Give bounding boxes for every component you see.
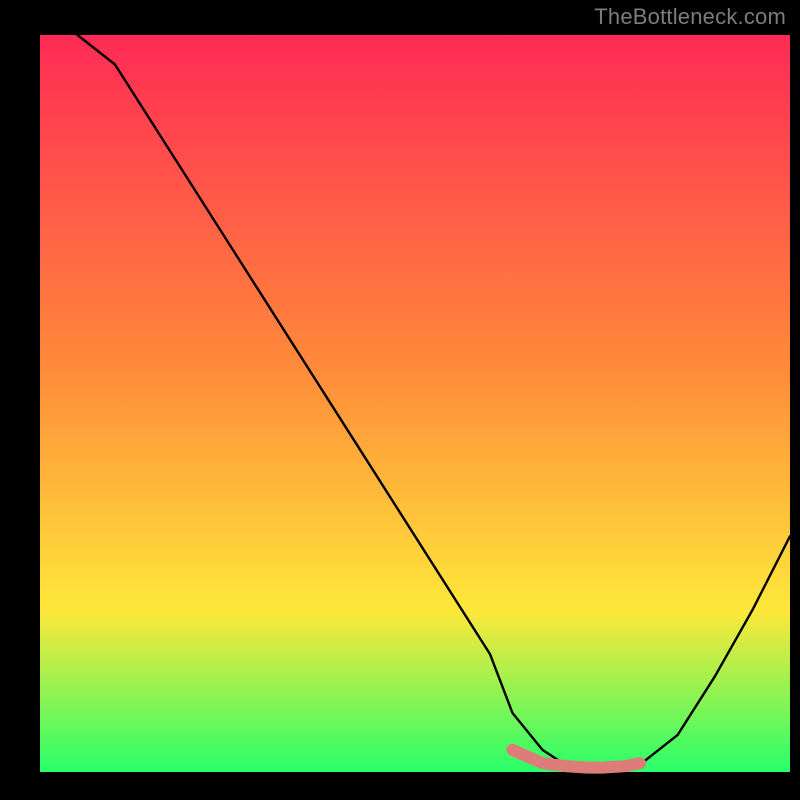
- bottleneck-chart: [0, 0, 800, 800]
- chart-frame: TheBottleneck.com: [0, 0, 800, 800]
- attribution-label: TheBottleneck.com: [594, 4, 786, 30]
- plot-background-gradient: [40, 35, 790, 772]
